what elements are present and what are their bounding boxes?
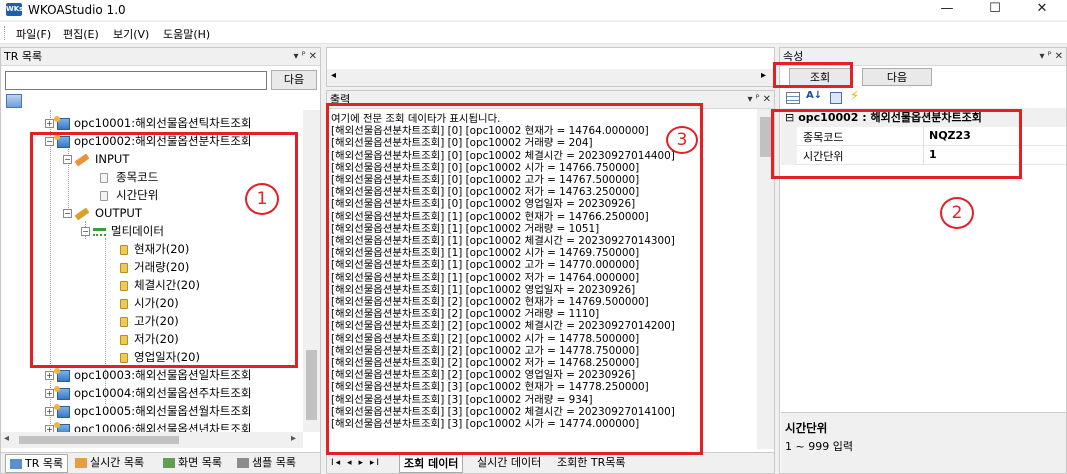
tree-item-opc10003[interactable]: + opc10003:해외선물옵션일차트조회 (45, 366, 252, 384)
tab-screen-list[interactable]: 화면 목록 (159, 454, 226, 473)
annotation-circle-3: 3 (666, 126, 698, 154)
scroll-right-icon[interactable]: ▸ (761, 70, 766, 81)
panel-header-icons[interactable]: ▾ ᴾ ✕ (747, 91, 771, 109)
panel-header-icons[interactable]: ▾ ᴾ ✕ (293, 48, 317, 66)
tr-tree-scrollbar[interactable] (303, 110, 320, 432)
tr-doc-icon (54, 403, 70, 418)
help-text: 1 ~ 999 입력 (785, 440, 853, 453)
tab-label: 실시간 목록 (90, 456, 145, 469)
editor-area: ◂ ▸ (326, 47, 775, 87)
annotation-box-query (773, 62, 853, 88)
scroll-right-icon[interactable]: ▸ (291, 433, 296, 444)
menu-file[interactable]: 파일(F) (16, 26, 51, 42)
panel-header-icons[interactable]: ▾ ᴾ ✕ (1039, 48, 1063, 66)
tree-item-opc10001[interactable]: + opc10001:해외선물옵션틱차트조회 (45, 114, 252, 132)
expand-icon[interactable]: + (45, 425, 54, 432)
app-title: WKOAStudio 1.0 (28, 3, 126, 17)
sort-alpha-icon[interactable]: A↓ (806, 90, 822, 101)
menu-help[interactable]: 도움말(H) (163, 26, 210, 42)
props-next-button[interactable]: 다음 (862, 68, 932, 86)
nav-last-icon[interactable]: ▸I (370, 458, 381, 468)
realtime-list-icon (75, 458, 87, 468)
property-grid-empty (781, 170, 1066, 410)
categorized-icon[interactable] (786, 92, 800, 104)
menu-view[interactable]: 보기(V) (113, 26, 149, 42)
tab-realtime-data[interactable]: 실시간 데이터 (473, 454, 545, 473)
tab-queried-tr-list[interactable]: 조회한 TR목록 (553, 454, 629, 473)
tree-item-opc10004[interactable]: + opc10004:해외선물옵션주차트조회 (45, 384, 252, 402)
tree-item-opc10005[interactable]: + opc10005:해외선물옵션월차트조회 (45, 402, 252, 420)
tr-panel-title: TR 목록 (4, 50, 43, 63)
annotation-circle-2: 2 (940, 197, 974, 229)
tree-item-label: opc10006:해외선물옵션년차트조회 (74, 422, 252, 432)
tree-item-opc10006[interactable]: + opc10006:해외선물옵션년차트조회 (45, 420, 252, 432)
tr-panel-header: TR 목록 ▾ ᴾ ✕ (1, 48, 320, 66)
tree-item-label: opc10005:해외선물옵션월차트조회 (74, 404, 252, 418)
tree-item-label: opc10001:해외선물옵션틱차트조회 (74, 116, 252, 130)
screen-list-icon (163, 458, 175, 468)
tab-label: 샘플 목록 (252, 456, 296, 469)
tr-next-button[interactable]: 다음 (271, 70, 317, 90)
expand-icon[interactable]: + (45, 407, 54, 416)
tree-item-label: opc10004:해외선물옵션주차트조회 (74, 386, 252, 400)
sample-list-icon (237, 458, 249, 468)
expand-icon[interactable]: + (45, 371, 54, 380)
tr-tree-hscrollbar[interactable]: ◂ ▸ (1, 432, 303, 448)
nav-next-icon[interactable]: ▸ (358, 458, 365, 468)
tab-label: TR 목록 (25, 457, 64, 470)
tr-doc-icon (54, 421, 70, 432)
tr-doc-icon (54, 115, 70, 130)
annotation-box-1 (30, 132, 298, 368)
tr-bottom-tabs: TR 목록 실시간 목록 화면 목록 샘플 목록 (1, 452, 320, 473)
title-bar: WKs WKOAStudio 1.0 — ☐ ✕ (0, 0, 1067, 20)
help-title: 시간단위 (785, 421, 828, 435)
tr-doc-icon (54, 367, 70, 382)
close-button[interactable]: ✕ (1022, 0, 1062, 20)
output-bottom-tabs: I◂ ◂ ▸ ▸I 조회 데이터 실시간 데이터 조회한 TR목록 (327, 452, 774, 473)
maximize-button[interactable]: ☐ (975, 0, 1015, 20)
menu-edit[interactable]: 편집(E) (63, 26, 99, 42)
tr-list-icon (10, 459, 22, 469)
scroll-left-icon[interactable]: ◂ (331, 70, 336, 81)
tab-tr-list[interactable]: TR 목록 (5, 454, 69, 473)
expand-icon[interactable]: + (45, 389, 54, 398)
annotation-box-2 (771, 109, 1022, 179)
property-pages-icon[interactable] (830, 92, 842, 104)
annotation-box-3 (326, 103, 703, 455)
scrollbar-thumb[interactable] (306, 350, 317, 420)
events-lightning-icon[interactable]: ⚡ (850, 89, 859, 104)
tr-doc-icon (54, 385, 70, 400)
minimize-button[interactable]: — (927, 0, 967, 20)
tab-label: 화면 목록 (178, 456, 222, 469)
property-help: 시간단위 1 ~ 999 입력 (781, 412, 1066, 473)
scrollbar-thumb[interactable] (760, 117, 771, 157)
hscroll-thumb[interactable] (19, 436, 179, 444)
collapse-all-icon[interactable] (6, 94, 22, 108)
tr-search-input[interactable] (5, 71, 267, 90)
nav-first-icon[interactable]: I◂ (331, 458, 342, 468)
editor-hscrollbar[interactable]: ◂ ▸ (327, 69, 774, 86)
expand-icon[interactable]: + (45, 119, 54, 128)
app-icon: WKs (6, 3, 23, 16)
tab-nav-buttons[interactable]: I◂ ◂ ▸ ▸I (331, 454, 381, 473)
tab-sample-list[interactable]: 샘플 목록 (233, 454, 300, 473)
tab-realtime-list[interactable]: 실시간 목록 (71, 454, 148, 473)
tree-item-label: opc10003:해외선물옵션일차트조회 (74, 368, 252, 382)
nav-prev-icon[interactable]: ◂ (347, 458, 354, 468)
menu-grip (4, 26, 7, 40)
menu-bar: 파일(F) 편집(E) 보기(V) 도움말(H) (0, 22, 1067, 44)
tab-query-data[interactable]: 조회 데이터 (399, 454, 464, 473)
scroll-left-icon[interactable]: ◂ (4, 433, 9, 444)
annotation-circle-1: 1 (245, 183, 279, 215)
